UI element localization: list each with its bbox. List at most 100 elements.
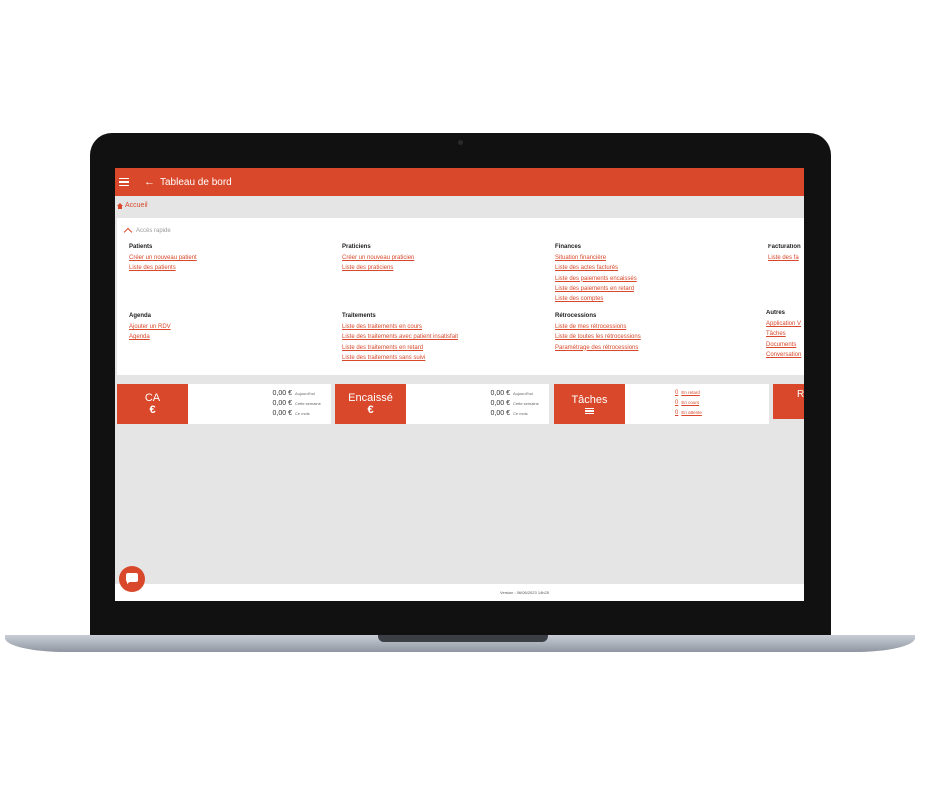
ca-card-stats: 0,00 € Aujourd'hui 0,00 € Cette semaine … <box>188 384 331 424</box>
stat-row: 0,00 € Cette semaine <box>188 400 325 410</box>
quick-access-panel: Accès rapide Patients Créer un nouveau p… <box>117 218 804 375</box>
quick-col-finances: Finances Situation financière Liste des … <box>555 244 755 304</box>
taches-card-header: Tâches <box>554 384 625 424</box>
home-icon <box>117 202 123 209</box>
page-title: Tableau de bord <box>160 176 232 188</box>
euro-icon: € <box>149 404 156 416</box>
stat-label: Cette semaine <box>513 401 539 406</box>
link-add-appointment[interactable]: Ajouter un RDV <box>129 322 329 332</box>
task-count: 0 <box>675 390 679 396</box>
stat-label: Ce mois <box>513 411 528 416</box>
link-accounts[interactable]: Liste des comptes <box>555 294 755 304</box>
link-unsatisfied-treatments[interactable]: Liste des traitements avec patient insat… <box>342 332 542 342</box>
quick-col-title: Praticiens <box>342 244 371 250</box>
link-documents[interactable]: Documents <box>766 340 804 350</box>
quick-col-title: Traitements <box>342 313 376 319</box>
quick-col-patients: Patients Créer un nouveau patient Liste … <box>129 244 329 274</box>
ca-card[interactable]: CA € 0,00 € Aujourd'hui 0,00 € Cette sem… <box>117 384 331 424</box>
link-unfollowed-treatments[interactable]: Liste des traitements sans suivi <box>342 353 542 363</box>
encaisse-card[interactable]: Encaissé € 0,00 € Aujourd'hui 0,00 € Cet… <box>335 384 549 424</box>
card-title: Tâches <box>571 393 608 406</box>
ca-card-header: CA € <box>117 384 188 424</box>
stat-value: 0,00 € <box>490 390 510 397</box>
laptop-notch <box>378 635 548 642</box>
breadcrumb[interactable]: Accueil <box>117 202 148 209</box>
stat-label: Aujourd'hui <box>295 391 315 396</box>
stat-label: Aujourd'hui <box>513 391 533 396</box>
link-late-treatments[interactable]: Liste des traitements en retard <box>342 343 542 353</box>
chevron-up-icon <box>123 227 133 237</box>
stat-row: 0,00 € Cette semaine <box>406 400 543 410</box>
quick-col-title: Patients <box>129 244 153 250</box>
camera <box>458 140 463 145</box>
link-billed-acts[interactable]: Liste des actes facturés <box>555 263 755 273</box>
card-title: Encaissé <box>348 392 393 404</box>
footer: Version : 06/06/2023 14h25 <box>115 584 804 601</box>
link-all-retrocessions[interactable]: Liste de toutes les rétrocessions <box>555 332 755 342</box>
stat-value: 0,00 € <box>272 400 292 407</box>
link-agenda[interactable]: Agenda <box>129 332 329 342</box>
euro-icon: € <box>367 404 374 416</box>
task-ongoing[interactable]: 0 En cours <box>675 400 702 410</box>
task-label: En cours <box>681 400 700 405</box>
link-invoice-list[interactable]: Liste des fa <box>768 253 804 263</box>
quick-col-praticiens: Praticiens Créer un nouveau praticien Li… <box>342 244 542 274</box>
link-application[interactable]: Application V <box>766 319 804 329</box>
version-text: Version : 06/06/2023 14h25 <box>500 590 549 595</box>
quick-col-retrocessions: Rétrocessions Liste de mes rétrocessions… <box>555 313 755 353</box>
link-my-retrocessions[interactable]: Liste de mes rétrocessions <box>555 322 755 332</box>
hamburger-menu-icon[interactable] <box>119 177 129 187</box>
encaisse-card-header: Encaissé € <box>335 384 406 424</box>
chat-bubble-icon <box>126 573 138 584</box>
link-create-praticien[interactable]: Créer un nouveau praticien <box>342 253 542 263</box>
task-label: En attente <box>681 410 702 415</box>
stat-row: 0,00 € Aujourd'hui <box>188 390 325 400</box>
list-icon <box>585 407 594 415</box>
card-title: CA <box>144 392 161 404</box>
taches-card[interactable]: Tâches 0 En retard 0 En cours 0 En atten… <box>554 384 769 424</box>
breadcrumb-home[interactable]: Accueil <box>125 202 148 209</box>
stat-row: 0,00 € Ce mois <box>406 410 543 420</box>
card-title: R <box>797 389 804 400</box>
quick-access-label: Accès rapide <box>136 227 171 234</box>
link-retrocession-settings[interactable]: Paramétrage des rétrocessions <box>555 343 755 353</box>
stat-row: 0,00 € Ce mois <box>188 410 325 420</box>
link-late-payments[interactable]: Liste des paiements en retard <box>555 284 755 294</box>
taches-card-stats: 0 En retard 0 En cours 0 En attente <box>625 384 702 424</box>
link-tasks[interactable]: Tâches <box>766 329 804 339</box>
back-arrow-icon[interactable]: ← <box>144 176 155 188</box>
task-late[interactable]: 0 En retard <box>675 390 702 400</box>
stat-label: Cette semaine <box>295 401 321 406</box>
quick-col-title: Autres <box>766 310 786 316</box>
quick-col-facturation: Facturation Liste des fa <box>768 244 804 263</box>
stat-value: 0,00 € <box>490 410 510 417</box>
partial-card[interactable]: R <box>773 384 804 419</box>
quick-col-title: Finances <box>555 244 582 250</box>
quick-col-autres: Autres Application V Tâches Documents Co… <box>766 310 804 360</box>
stat-row: 0,00 € Aujourd'hui <box>406 390 543 400</box>
task-label: En retard <box>681 390 700 395</box>
quick-access-toggle[interactable]: Accès rapide <box>123 226 171 237</box>
quick-col-agenda: Agenda Ajouter un RDV Agenda <box>129 313 329 343</box>
stat-value: 0,00 € <box>272 390 292 397</box>
app-screen: ← Tableau de bord Accueil Accès rapide P… <box>115 168 804 601</box>
link-patient-list[interactable]: Liste des patients <box>129 263 329 273</box>
stat-value: 0,00 € <box>272 410 292 417</box>
link-praticien-list[interactable]: Liste des praticiens <box>342 263 542 273</box>
link-collected-payments[interactable]: Liste des paiements encaissés <box>555 274 755 284</box>
link-financial-situation[interactable]: Situation financière <box>555 253 755 263</box>
link-ongoing-treatments[interactable]: Liste des traitements en cours <box>342 322 542 332</box>
link-create-patient[interactable]: Créer un nouveau patient <box>129 253 329 263</box>
link-conversations[interactable]: Conversation <box>766 350 804 360</box>
stat-label: Ce mois <box>295 411 310 416</box>
top-bar: ← Tableau de bord <box>115 168 804 196</box>
quick-col-title: Agenda <box>129 313 152 319</box>
task-pending[interactable]: 0 En attente <box>675 410 702 420</box>
quick-col-title: Facturation <box>768 244 801 250</box>
encaisse-card-stats: 0,00 € Aujourd'hui 0,00 € Cette semaine … <box>406 384 549 424</box>
quick-col-traitements: Traitements Liste des traitements en cou… <box>342 313 542 363</box>
quick-col-title: Rétrocessions <box>555 313 597 319</box>
chat-button[interactable] <box>119 566 145 592</box>
stat-value: 0,00 € <box>490 400 510 407</box>
task-count: 0 <box>675 400 679 406</box>
